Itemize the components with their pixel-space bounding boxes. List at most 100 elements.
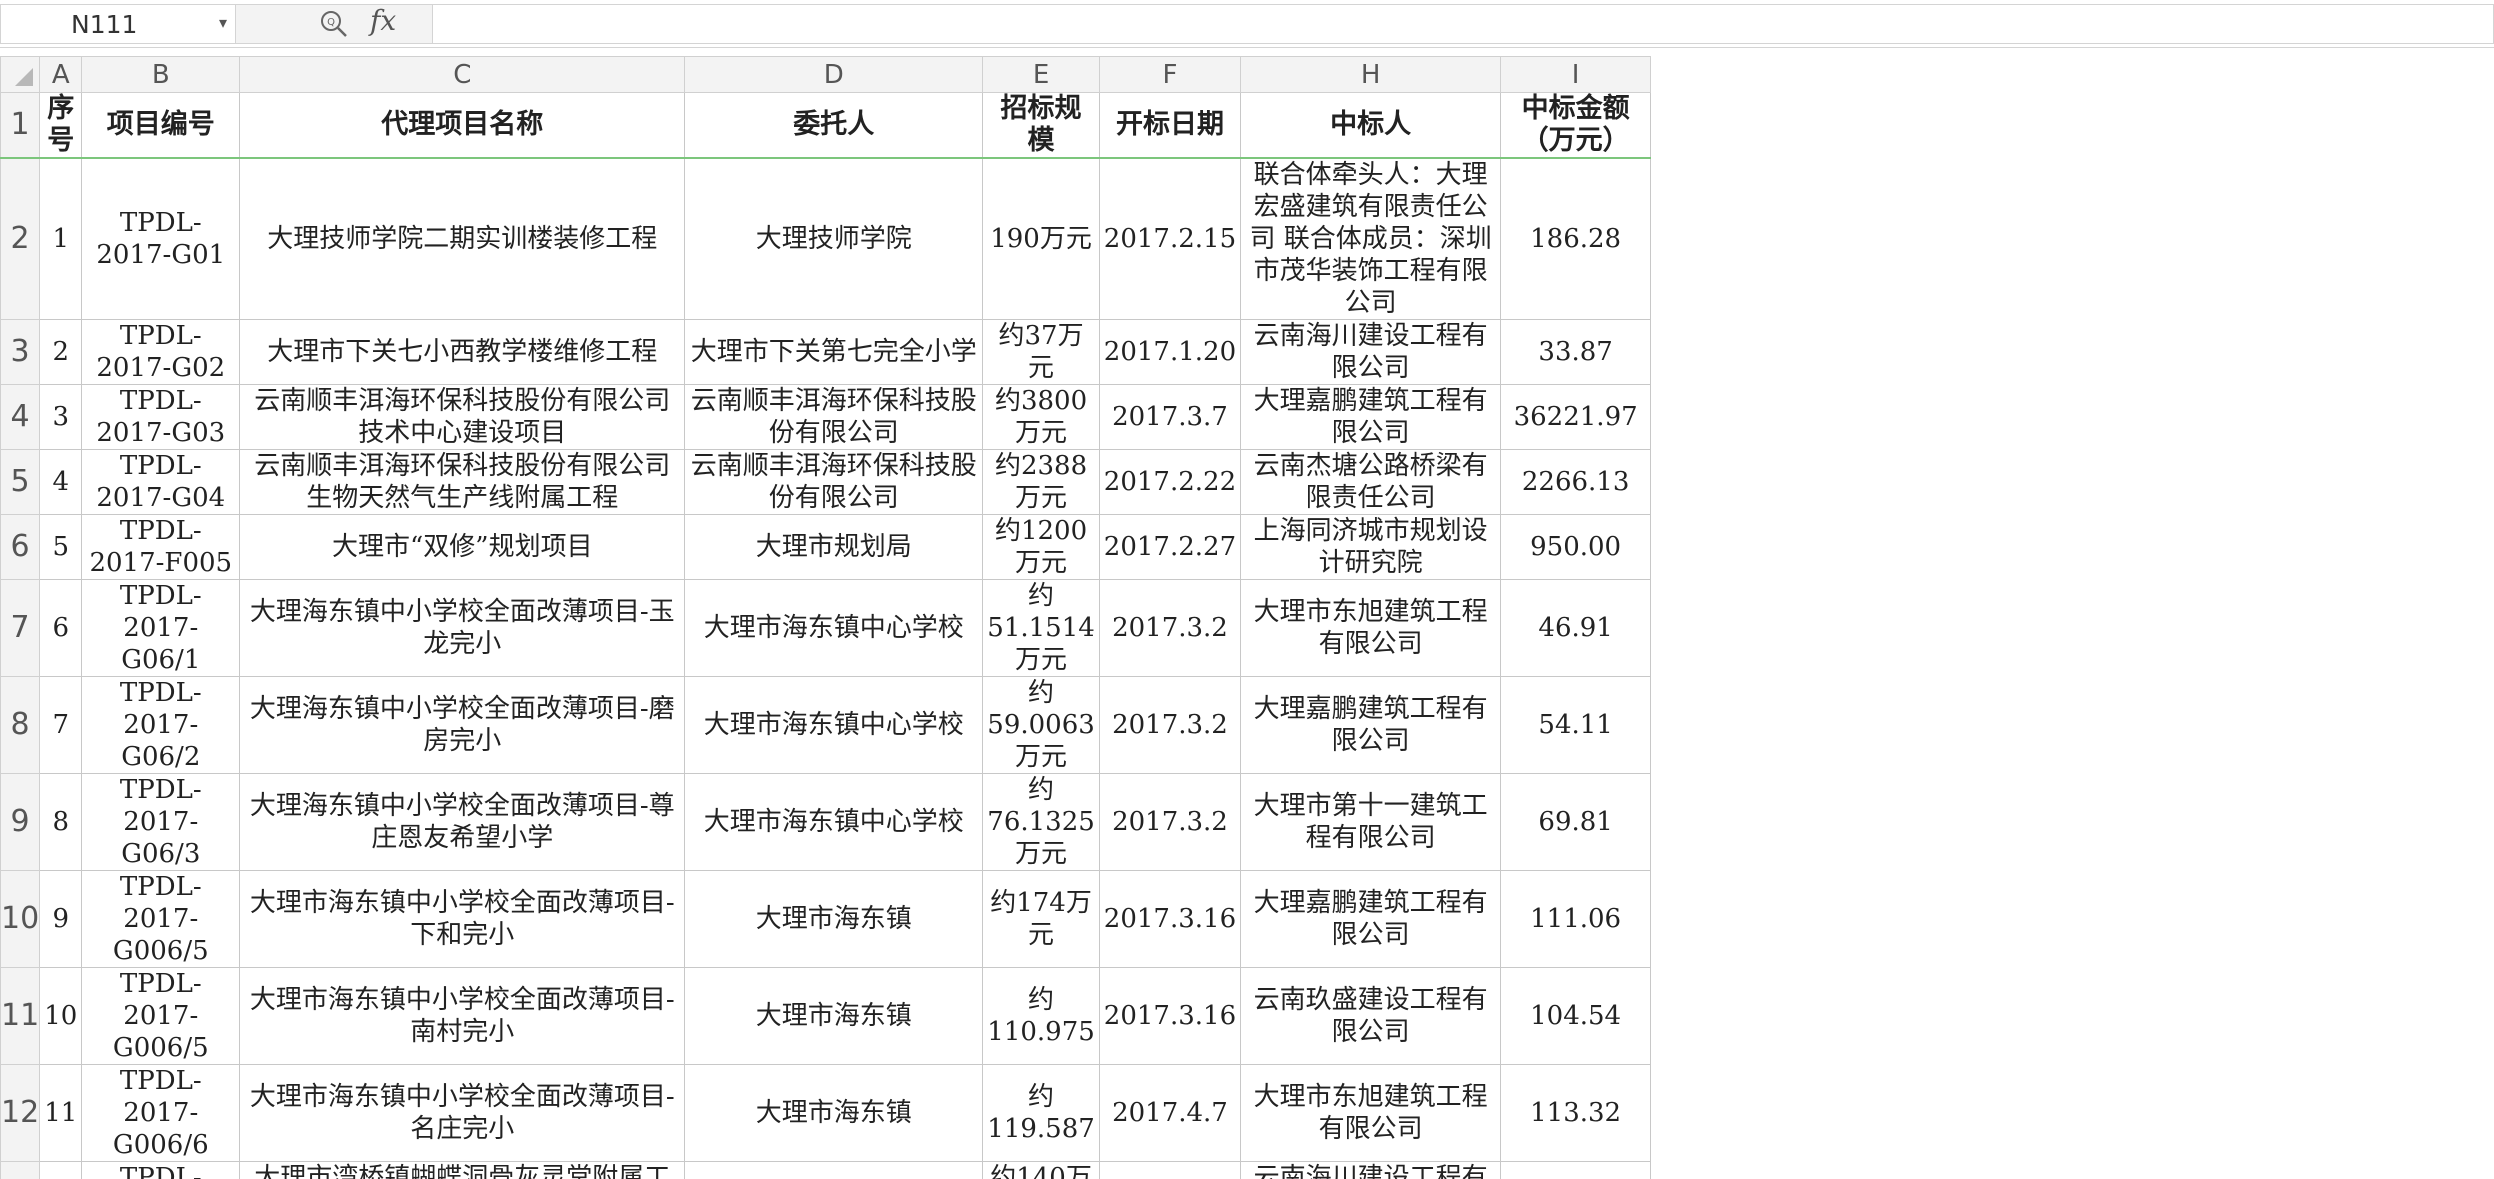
cell-project-name[interactable]: 大理市海东镇中小学校全面改薄项目-名庄完小 — [239, 1064, 686, 1162]
cell-client[interactable]: 大理市规划局 — [684, 514, 984, 580]
cell-amount[interactable]: 64.26 — [1500, 1161, 1652, 1179]
cell-project-name[interactable]: 大理市下关七小西教学楼维修工程 — [239, 319, 686, 385]
formula-input[interactable] — [432, 4, 2494, 44]
cell-project-name[interactable]: 云南顺丰洱海环保科技股份有限公司生物天然气生产线附属工程 — [239, 449, 686, 515]
cell-project-code[interactable]: TPDL-2017-G04 — [81, 449, 241, 515]
column-header-f[interactable]: F — [1098, 56, 1242, 93]
cell-scale[interactable]: 约140万元 — [982, 1161, 1100, 1179]
cell-winner[interactable]: 联合体牵头人：大理宏盛建筑有限责任公司 联合体成员：深圳市茂华装饰工程有限公司 — [1240, 157, 1502, 320]
column-title[interactable]: 序号 — [39, 92, 83, 159]
column-header-h[interactable]: H — [1240, 56, 1502, 93]
cell-amount[interactable]: 104.54 — [1500, 967, 1652, 1065]
cell-seq[interactable]: 10 — [39, 967, 83, 1065]
column-title[interactable]: 代理项目名称 — [239, 92, 686, 159]
cell-project-code[interactable]: TPDL-2017-G006/5 — [81, 967, 241, 1065]
cell-winner[interactable]: 大理嘉鹏建筑工程有限公司 — [1240, 676, 1502, 774]
cell-project-name[interactable]: 大理海东镇中小学校全面改薄项目-磨房完小 — [239, 676, 686, 774]
row-header[interactable]: 6 — [0, 514, 41, 580]
cell-seq[interactable]: 12 — [39, 1161, 83, 1179]
cell-project-code[interactable]: TPDL-2017-G06/2 — [81, 676, 241, 774]
cell-winner[interactable]: 大理市东旭建筑工程有限公司 — [1240, 579, 1502, 677]
cell-client[interactable]: 大理市海东镇中心学校 — [684, 773, 984, 871]
cell-client[interactable]: 云南顺丰洱海环保科技股份有限公司 — [684, 449, 984, 515]
cell-open-date[interactable]: 2017.3.2 — [1098, 676, 1242, 774]
cell-winner[interactable]: 云南玖盛建设工程有限公司 — [1240, 967, 1502, 1065]
row-header[interactable]: 7 — [0, 579, 41, 677]
cell-client[interactable]: 云南顺丰洱海环保科技股份有限公司 — [684, 384, 984, 450]
cell-winner[interactable]: 云南海川建设工程有限公司 — [1240, 319, 1502, 385]
cell-open-date[interactable]: 2017.3.16 — [1098, 967, 1242, 1065]
cell-project-code[interactable]: TPDL-2017-G007 — [81, 1161, 241, 1179]
cell-project-code[interactable]: TPDL-2017-G06/1 — [81, 579, 241, 677]
cell-amount[interactable]: 54.11 — [1500, 676, 1652, 774]
cell-project-name[interactable]: 大理海东镇中小学校全面改薄项目-尊庄恩友希望小学 — [239, 773, 686, 871]
cell-project-code[interactable]: TPDL-2017-G01 — [81, 157, 241, 320]
row-header[interactable]: 9 — [0, 773, 41, 871]
cell-open-date[interactable]: 2017.3.10 — [1098, 1161, 1242, 1179]
cell-amount[interactable]: 69.81 — [1500, 773, 1652, 871]
cell-seq[interactable]: 4 — [39, 449, 83, 515]
row-header[interactable]: 4 — [0, 384, 41, 450]
column-header-e[interactable]: E — [982, 56, 1100, 93]
cell-client[interactable]: 大理市海东镇中心学校 — [684, 676, 984, 774]
cell-project-name[interactable]: 大理市海东镇中小学校全面改薄项目-南村完小 — [239, 967, 686, 1065]
cell-seq[interactable]: 9 — [39, 870, 83, 968]
cell-winner[interactable]: 云南海川建设工程有限公司 — [1240, 1161, 1502, 1179]
column-header-c[interactable]: C — [239, 56, 686, 93]
column-header-b[interactable]: B — [81, 56, 241, 93]
column-title[interactable]: 中标金额（万元） — [1500, 92, 1652, 159]
cell-amount[interactable]: 950.00 — [1500, 514, 1652, 580]
cell-project-code[interactable]: TPDL-2017-F005 — [81, 514, 241, 580]
row-header[interactable]: 1 — [0, 92, 41, 159]
cell-open-date[interactable]: 2017.2.27 — [1098, 514, 1242, 580]
cell-scale[interactable]: 约2388万元 — [982, 449, 1100, 515]
cell-scale[interactable]: 约110.975 — [982, 967, 1100, 1065]
cell-project-name[interactable]: 云南顺丰洱海环保科技股份有限公司技术中心建设项目 — [239, 384, 686, 450]
cell-open-date[interactable]: 2017.3.7 — [1098, 384, 1242, 450]
cell-client[interactable]: 大理市下关第七完全小学 — [684, 319, 984, 385]
cell-open-date[interactable]: 2017.3.16 — [1098, 870, 1242, 968]
cell-client[interactable]: 大理市海东镇中心学校 — [684, 579, 984, 677]
column-title[interactable]: 中标人 — [1240, 92, 1502, 159]
cell-open-date[interactable]: 2017.3.2 — [1098, 579, 1242, 677]
cell-project-code[interactable]: TPDL-2017-G006/6 — [81, 1064, 241, 1162]
cell-scale[interactable]: 约76.1325万元 — [982, 773, 1100, 871]
cell-client[interactable]: 大理技师学院 — [684, 157, 984, 320]
row-header[interactable]: 5 — [0, 449, 41, 515]
cell-winner[interactable]: 大理市第十一建筑工程有限公司 — [1240, 773, 1502, 871]
cell-open-date[interactable]: 2017.4.7 — [1098, 1064, 1242, 1162]
cell-open-date[interactable]: 2017.2.22 — [1098, 449, 1242, 515]
cell-scale[interactable]: 约119.587 — [982, 1064, 1100, 1162]
cell-project-code[interactable]: TPDL-2017-G03 — [81, 384, 241, 450]
cell-scale[interactable]: 190万元 — [982, 157, 1100, 320]
name-box[interactable]: N111 ▾ — [0, 4, 236, 44]
cell-client[interactable]: 大理市湾桥镇 — [684, 1161, 984, 1179]
cell-open-date[interactable]: 2017.3.2 — [1098, 773, 1242, 871]
cell-winner[interactable]: 大理嘉鹏建筑工程有限公司 — [1240, 384, 1502, 450]
column-title[interactable]: 委托人 — [684, 92, 984, 159]
row-header[interactable]: 11 — [0, 967, 41, 1065]
cell-project-code[interactable]: TPDL-2017-G06/3 — [81, 773, 241, 871]
column-title[interactable]: 招标规模 — [982, 92, 1100, 159]
cell-winner[interactable]: 云南杰塘公路桥梁有限责任公司 — [1240, 449, 1502, 515]
cell-client[interactable]: 大理市海东镇 — [684, 1064, 984, 1162]
cell-seq[interactable]: 6 — [39, 579, 83, 677]
cell-project-code[interactable]: TPDL-2017-G006/5 — [81, 870, 241, 968]
cell-winner[interactable]: 大理市东旭建筑工程有限公司 — [1240, 1064, 1502, 1162]
column-title[interactable]: 开标日期 — [1098, 92, 1242, 159]
cell-project-name[interactable]: 大理市湾桥镇蝴蝶洞骨灰灵堂附属工程 — [239, 1161, 686, 1179]
cell-amount[interactable]: 33.87 — [1500, 319, 1652, 385]
cell-amount[interactable]: 113.32 — [1500, 1064, 1652, 1162]
cell-seq[interactable]: 11 — [39, 1064, 83, 1162]
cell-open-date[interactable]: 2017.2.15 — [1098, 157, 1242, 320]
cell-client[interactable]: 大理市海东镇 — [684, 967, 984, 1065]
cell-seq[interactable]: 3 — [39, 384, 83, 450]
cell-project-name[interactable]: 大理海东镇中小学校全面改薄项目-玉龙完小 — [239, 579, 686, 677]
cell-project-name[interactable]: 大理市“双修”规划项目 — [239, 514, 686, 580]
cell-winner[interactable]: 大理嘉鹏建筑工程有限公司 — [1240, 870, 1502, 968]
row-header[interactable]: 3 — [0, 319, 41, 385]
cell-scale[interactable]: 约1200万元 — [982, 514, 1100, 580]
cell-project-name[interactable]: 大理技师学院二期实训楼装修工程 — [239, 157, 686, 320]
column-header-d[interactable]: D — [684, 56, 984, 93]
select-all-corner[interactable] — [0, 56, 41, 93]
